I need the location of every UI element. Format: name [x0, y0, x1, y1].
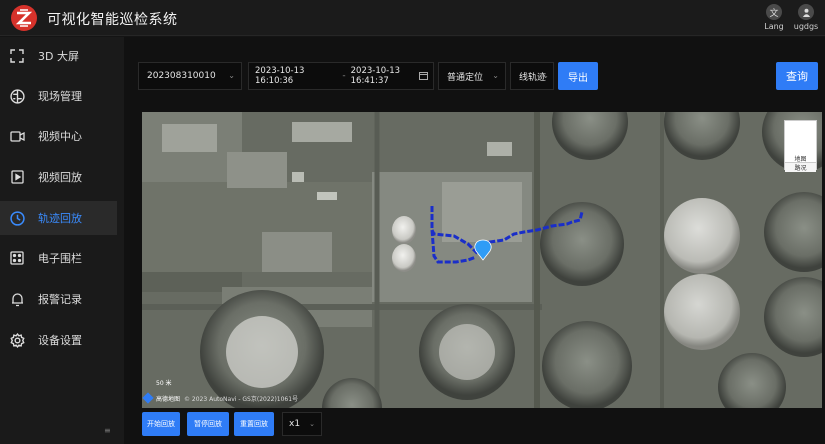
language-label: Lang — [764, 22, 784, 31]
sidebar-item-label: 报警记录 — [38, 293, 82, 306]
user-menu[interactable]: ugdgs — [790, 4, 822, 34]
amap-logo-icon — [142, 392, 154, 404]
sidebar-item-label: 电子围栏 — [38, 252, 82, 265]
gear-icon — [9, 332, 25, 348]
time-separator: - — [342, 71, 346, 81]
sidebar-item-alarm-records[interactable]: 报警记录 — [0, 282, 117, 316]
device-id-value: 202308310010 — [147, 71, 216, 81]
sidebar-item-video-center[interactable]: 视频中心 — [0, 119, 117, 153]
attribution-logo-text: 高德地图 — [156, 395, 181, 403]
attribution-text: © 2023 AutoNavi - GS京(2022)1061号 — [184, 395, 299, 403]
start-time-value: 2023-10-13 16:10:36 — [255, 66, 305, 86]
map-attribution: 高德地图 © 2023 AutoNavi - GS京(2022)1061号 — [142, 392, 299, 404]
sidebar-item-label: 设备设置 — [38, 334, 82, 347]
sidebar: 3D 大屏 现场管理 视频中心 视频回放 轨迹回放 电子围栏 报警记录 设备设置… — [0, 37, 124, 444]
sidebar-item-e-fence[interactable]: 电子围栏 — [0, 241, 117, 275]
track-mode-select[interactable]: 线轨迹 ⌄ — [510, 62, 554, 90]
sidebar-item-label: 视频中心 — [38, 130, 82, 143]
chevron-down-icon: ⌄ — [309, 420, 315, 428]
locate-mode-value: 普通定位 — [447, 72, 484, 83]
device-select[interactable]: 202308310010 ⌄ — [138, 62, 242, 90]
time-range-picker[interactable]: 2023-10-13 16:10:36 - 2023-10-13 16:41:3… — [248, 62, 434, 90]
start-playback-button[interactable]: 开始回放 — [142, 412, 180, 436]
map-layer-switcher[interactable]: 地图 路况 — [784, 120, 817, 172]
video-camera-icon — [9, 128, 25, 144]
sidebar-item-video-playback[interactable]: 视频回放 — [0, 160, 117, 194]
logo-icon — [11, 5, 37, 31]
layer-road[interactable]: 路况 — [785, 162, 816, 172]
user-name: ugdgs — [793, 22, 819, 31]
top-bar: 可视化智能巡检系统 文 Lang ugdgs — [0, 0, 825, 36]
sidebar-item-label: 3D 大屏 — [38, 50, 79, 63]
pause-playback-button[interactable]: 暂停回放 — [187, 412, 229, 436]
map-scale: 50 米 — [156, 380, 172, 387]
speed-value: x1 — [289, 419, 301, 429]
chevron-down-icon: ⌄ — [542, 71, 549, 80]
sidebar-item-3d-screen[interactable]: 3D 大屏 — [0, 39, 117, 73]
sidebar-item-device-settings[interactable]: 设备设置 — [0, 323, 117, 357]
map-view[interactable]: 地图 路况 50 米 高德地图 © 2023 AutoNavi - GS京(20… — [142, 112, 822, 408]
speed-select[interactable]: x1 ⌄ — [282, 412, 322, 436]
brain-icon — [9, 88, 25, 104]
satellite-image — [142, 112, 822, 408]
reset-playback-button[interactable]: 重置回放 — [234, 412, 274, 436]
export-button[interactable]: 导出 — [558, 62, 598, 90]
locate-mode-select[interactable]: 普通定位 ⌄ — [438, 62, 506, 90]
chevron-down-icon: ⌄ — [228, 71, 235, 80]
fence-grid-icon — [9, 250, 25, 266]
chevron-down-icon: ⌄ — [492, 71, 499, 80]
clock-icon — [9, 210, 25, 226]
collapse-menu-icon[interactable]: ≡ — [104, 426, 111, 435]
fullscreen-icon — [9, 48, 25, 64]
sidebar-item-label: 现场管理 — [38, 90, 82, 103]
calendar-icon — [419, 71, 428, 83]
query-button[interactable]: 查询 — [776, 62, 818, 90]
app-title: 可视化智能巡检系统 — [47, 12, 178, 28]
playback-controls: 开始回放 暂停回放 重置回放 x1 ⌄ — [142, 412, 472, 436]
sidebar-item-site-management[interactable]: 现场管理 — [0, 79, 117, 113]
language-switch[interactable]: 文 Lang — [758, 4, 790, 34]
sidebar-item-label: 轨迹回放 — [38, 212, 82, 225]
bell-icon — [9, 291, 25, 307]
sidebar-item-track-playback[interactable]: 轨迹回放 — [0, 201, 117, 235]
sidebar-item-label: 视频回放 — [38, 171, 82, 184]
filter-toolbar: 202308310010 ⌄ 2023-10-13 16:10:36 - 202… — [138, 62, 818, 90]
user-icon — [798, 4, 814, 20]
play-icon — [9, 169, 25, 185]
translate-icon: 文 — [766, 4, 782, 20]
